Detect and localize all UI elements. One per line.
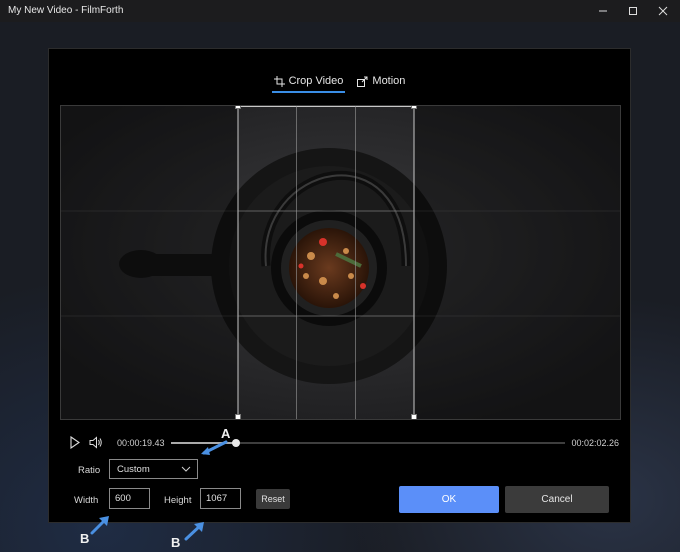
tab-motion[interactable]: Motion <box>355 71 407 91</box>
width-value: 600 <box>115 493 131 504</box>
ratio-label: Ratio <box>78 465 101 476</box>
crop-handle-bottom-left[interactable] <box>235 414 241 419</box>
tab-bar: Crop Video Motion <box>49 71 630 93</box>
ratio-select[interactable]: Custom <box>109 459 198 479</box>
maximize-icon <box>629 7 637 15</box>
close-button[interactable] <box>648 0 678 22</box>
timeline-knob[interactable] <box>232 439 240 447</box>
minimize-button[interactable] <box>588 0 618 22</box>
height-label: Height <box>164 495 192 506</box>
total-time: 00:02:02.26 <box>571 438 619 448</box>
tab-label: Motion <box>372 75 406 87</box>
annotation-arrow-b-width-icon <box>90 516 109 535</box>
height-input[interactable]: 1067 <box>200 488 241 509</box>
cancel-button[interactable]: Cancel <box>505 486 609 513</box>
annotation-arrow-a-icon <box>201 440 228 455</box>
window-title: My New Video - FilmForth <box>8 5 124 16</box>
crop-handle-top-left[interactable] <box>235 106 241 109</box>
annotation-label-b-height: B <box>171 535 181 550</box>
reset-button[interactable]: Reset <box>256 489 290 509</box>
crop-dialog: Crop Video Motion 00:00:19.43 00:02:02.2… <box>48 48 631 523</box>
title-bar: My New Video - FilmForth <box>0 0 680 22</box>
crop-handle-top-right[interactable] <box>411 106 417 109</box>
ok-button[interactable]: OK <box>399 486 499 513</box>
height-value: 1067 <box>206 493 228 504</box>
volume-icon[interactable] <box>89 436 103 449</box>
video-frame <box>61 106 620 419</box>
tab-label: Crop Video <box>288 75 344 87</box>
motion-icon <box>357 76 368 87</box>
video-preview[interactable] <box>60 105 621 420</box>
maximize-button[interactable] <box>618 0 648 22</box>
tab-crop-video[interactable]: Crop Video <box>271 71 346 93</box>
crop-icon <box>273 75 285 87</box>
ratio-value: Custom <box>117 463 150 475</box>
chevron-down-icon <box>181 466 191 472</box>
close-icon <box>658 6 668 16</box>
play-icon[interactable] <box>69 436 81 449</box>
crop-handle-bottom-right[interactable] <box>411 414 417 419</box>
annotation-arrow-b-height-icon <box>184 522 204 541</box>
playback-bar: 00:00:19.43 00:02:02.26 <box>67 435 619 451</box>
width-input[interactable]: 600 <box>109 488 150 509</box>
timeline-slider[interactable] <box>171 439 565 447</box>
width-label: Width <box>74 495 99 506</box>
current-time: 00:00:19.43 <box>117 438 165 448</box>
minimize-icon <box>599 10 607 12</box>
